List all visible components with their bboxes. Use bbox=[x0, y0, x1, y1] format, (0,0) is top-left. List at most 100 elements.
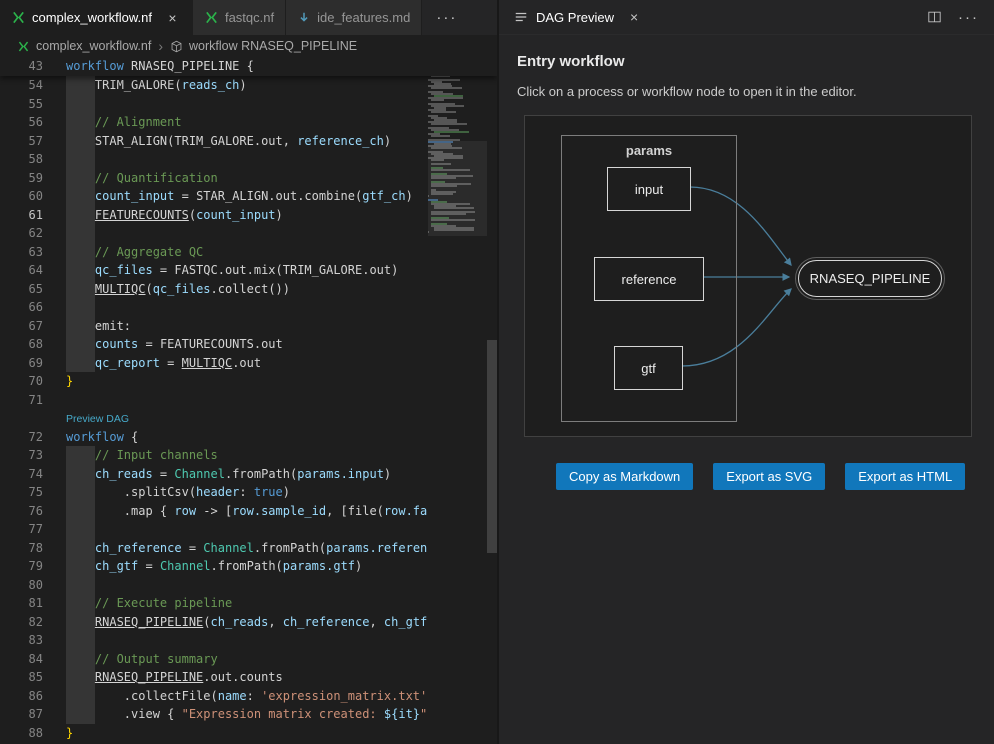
code-text bbox=[55, 576, 497, 595]
code-line[interactable]: 72workflow { bbox=[0, 428, 497, 447]
code-line[interactable]: 79 ch_gtf = Channel.fromPath(params.gtf) bbox=[0, 557, 497, 576]
code-line[interactable]: 59 // Quantification bbox=[0, 169, 497, 188]
code-line[interactable]: 69 qc_report = MULTIQC.out bbox=[0, 354, 497, 373]
code-lines[interactable]: 54 TRIM_GALORE(reads_ch)5556 // Alignmen… bbox=[0, 76, 497, 744]
line-number: 64 bbox=[0, 261, 55, 280]
code-line[interactable]: 54 TRIM_GALORE(reads_ch) bbox=[0, 76, 497, 95]
code-line[interactable]: 83 bbox=[0, 631, 497, 650]
code-line[interactable]: 76 .map { row -> [row.sample_id, [file(r… bbox=[0, 502, 497, 521]
code-text: // Execute pipeline bbox=[55, 594, 497, 613]
code-line[interactable]: 55 bbox=[0, 95, 497, 114]
more-tabs-icon[interactable]: ··· bbox=[422, 0, 471, 35]
line-number: 73 bbox=[0, 446, 55, 465]
split-editor-icon[interactable] bbox=[927, 10, 942, 24]
code-line[interactable]: 78 ch_reference = Channel.fromPath(param… bbox=[0, 539, 497, 558]
minimap-slider[interactable] bbox=[428, 141, 487, 236]
code-line[interactable]: 71 bbox=[0, 391, 497, 410]
code-line[interactable]: 61 FEATURECOUNTS(count_input) bbox=[0, 206, 497, 225]
code-line[interactable]: 62 bbox=[0, 224, 497, 243]
code-line[interactable]: 84 // Output summary bbox=[0, 650, 497, 669]
code-line[interactable]: 64 qc_files = FASTQC.out.mix(TRIM_GALORE… bbox=[0, 261, 497, 280]
dag-group-label: params bbox=[562, 143, 736, 158]
codelens[interactable]: Preview DAG bbox=[0, 409, 497, 428]
code-text: } bbox=[55, 372, 497, 391]
dag-node-rnaseq-pipeline[interactable]: RNASEQ_PIPELINE bbox=[798, 260, 942, 297]
tab-dag-preview[interactable]: DAG Preview × bbox=[499, 0, 652, 34]
line-number: 58 bbox=[0, 150, 55, 169]
line-number: 88 bbox=[0, 724, 55, 743]
copy-as-markdown-button[interactable]: Copy as Markdown bbox=[556, 463, 693, 490]
code-line[interactable]: 57 STAR_ALIGN(TRIM_GALORE.out, reference… bbox=[0, 132, 497, 151]
line-number: 60 bbox=[0, 187, 55, 206]
code-line[interactable]: 88} bbox=[0, 724, 497, 743]
vertical-scrollbar[interactable] bbox=[487, 340, 497, 553]
line-number: 70 bbox=[0, 372, 55, 391]
code-line[interactable]: 66 bbox=[0, 298, 497, 317]
dag-node-gtf[interactable]: gtf bbox=[614, 346, 683, 390]
breadcrumb-file[interactable]: complex_workflow.nf bbox=[36, 39, 151, 53]
close-icon[interactable]: × bbox=[164, 10, 181, 26]
code-editor[interactable]: 43 workflow RNASEQ_PIPELINE { 54 TRIM_GA… bbox=[0, 57, 497, 744]
code-line[interactable]: 75 .splitCsv(header: true) bbox=[0, 483, 497, 502]
breadcrumb-symbol[interactable]: workflow RNASEQ_PIPELINE bbox=[189, 39, 357, 53]
line-number: 74 bbox=[0, 465, 55, 484]
editor-tabbar: complex_workflow.nf × fastqc.nf ide_feat… bbox=[0, 0, 497, 35]
code-line[interactable]: 73 // Input channels bbox=[0, 446, 497, 465]
tab-ide-features[interactable]: ide_features.md bbox=[286, 0, 422, 35]
code-line[interactable]: 63 // Aggregate QC bbox=[0, 243, 497, 262]
code-line[interactable]: 81 // Execute pipeline bbox=[0, 594, 497, 613]
code-text: .map { row -> [row.sample_id, [file(row.… bbox=[55, 502, 497, 521]
code-line[interactable]: 82 RNASEQ_PIPELINE(ch_reads, ch_referenc… bbox=[0, 613, 497, 632]
code-line[interactable]: 87 .view { "Expression matrix created: $… bbox=[0, 705, 497, 724]
export-buttons: Copy as Markdown Export as SVG Export as… bbox=[556, 463, 976, 490]
line-number: 69 bbox=[0, 354, 55, 373]
dag-node-input[interactable]: input bbox=[607, 167, 691, 211]
sticky-scroll-line[interactable]: 43 workflow RNASEQ_PIPELINE { bbox=[0, 57, 497, 76]
line-number: 77 bbox=[0, 520, 55, 539]
line-number: 86 bbox=[0, 687, 55, 706]
export-as-html-button[interactable]: Export as HTML bbox=[845, 463, 965, 490]
code-text: // Aggregate QC bbox=[55, 243, 497, 262]
dag-node-reference[interactable]: reference bbox=[594, 257, 704, 301]
code-line[interactable]: 65 MULTIQC(qc_files.collect()) bbox=[0, 280, 497, 299]
nextflow-icon bbox=[204, 10, 219, 25]
line-number: 56 bbox=[0, 113, 55, 132]
code-line[interactable]: 56 // Alignment bbox=[0, 113, 497, 132]
code-line[interactable]: 74 ch_reads = Channel.fromPath(params.in… bbox=[0, 465, 497, 484]
code-line[interactable]: 67 emit: bbox=[0, 317, 497, 336]
export-as-svg-button[interactable]: Export as SVG bbox=[713, 463, 825, 490]
tab-label: fastqc.nf bbox=[225, 10, 274, 25]
code-line[interactable]: 58 bbox=[0, 150, 497, 169]
panel-actions: ··· bbox=[927, 9, 994, 26]
tab-fastqc[interactable]: fastqc.nf bbox=[193, 0, 286, 35]
code-text: MULTIQC(qc_files.collect()) bbox=[55, 280, 497, 299]
line-number: 57 bbox=[0, 132, 55, 151]
code-text: workflow { bbox=[55, 428, 497, 447]
line-number: 43 bbox=[0, 57, 55, 76]
more-actions-icon[interactable]: ··· bbox=[958, 9, 979, 26]
line-number: 61 bbox=[0, 206, 55, 225]
line-number: 54 bbox=[0, 76, 55, 95]
tab-label: ide_features.md bbox=[317, 10, 410, 25]
line-number: 79 bbox=[0, 557, 55, 576]
tab-complex-workflow[interactable]: complex_workflow.nf × bbox=[0, 0, 193, 35]
code-line[interactable]: 70} bbox=[0, 372, 497, 391]
code-line[interactable]: 85 RNASEQ_PIPELINE.out.counts bbox=[0, 668, 497, 687]
panel-body: Entry workflow Click on a process or wor… bbox=[499, 35, 994, 744]
code-line[interactable]: 86 .collectFile(name: 'expression_matrix… bbox=[0, 687, 497, 706]
preview-list-icon bbox=[514, 10, 528, 24]
line-number bbox=[0, 409, 55, 428]
code-line[interactable]: 80 bbox=[0, 576, 497, 595]
code-line[interactable]: 77 bbox=[0, 520, 497, 539]
close-icon[interactable]: × bbox=[626, 9, 642, 25]
code-text: RNASEQ_PIPELINE(ch_reads, ch_reference, … bbox=[55, 613, 497, 632]
line-number: 55 bbox=[0, 95, 55, 114]
code-line[interactable]: 68 counts = FEATURECOUNTS.out bbox=[0, 335, 497, 354]
code-line[interactable]: 60 count_input = STAR_ALIGN.out.combine(… bbox=[0, 187, 497, 206]
code-text: // Input channels bbox=[55, 446, 497, 465]
panel-header: DAG Preview × ··· bbox=[499, 0, 994, 35]
nextflow-icon bbox=[17, 40, 30, 53]
line-number: 63 bbox=[0, 243, 55, 262]
line-number: 59 bbox=[0, 169, 55, 188]
code-text: emit: bbox=[55, 317, 497, 336]
